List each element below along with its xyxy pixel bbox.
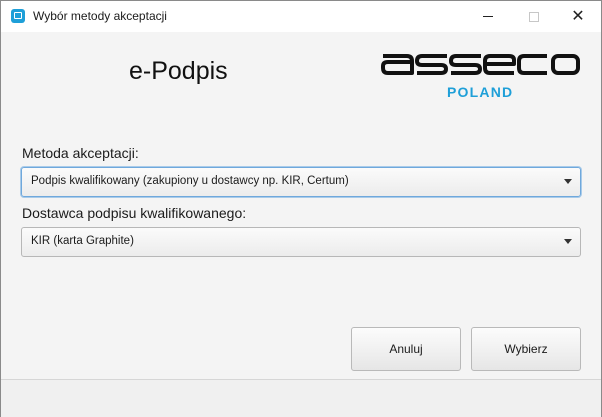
close-icon: ✕ [571,7,585,25]
method-combobox[interactable]: Podpis kwalifikowany (zakupiony u dostaw… [21,167,581,197]
provider-combobox[interactable]: KIR (karta Graphite) [21,227,581,257]
chevron-down-icon[interactable] [564,179,572,184]
product-title: e-Podpis [129,57,228,85]
status-bar [1,379,601,417]
chevron-down-icon[interactable] [564,239,572,244]
provider-label: Dostawca podpisu kwalifikowanego: [22,205,247,221]
method-selected-value: Podpis kwalifikowany (zakupiony u dostaw… [31,175,349,187]
minimize-icon [483,16,493,17]
method-label: Metoda akceptacji: [22,145,139,161]
logo-region-text: POLAND [447,84,514,100]
window-title: Wybór metody akceptacji [33,9,167,23]
dialog-content: e-Podpis asseco POLAND Metoda akceptacji… [1,32,601,379]
cancel-button[interactable]: Anuluj [351,327,461,371]
provider-selected-value: KIR (karta Graphite) [31,235,134,247]
choose-button[interactable]: Wybierz [471,327,581,371]
maximize-button [511,1,557,32]
maximize-icon [529,11,539,22]
minimize-button[interactable] [465,1,511,32]
dialog-window: Wybór metody akceptacji ✕ e-Podpis assec… [0,0,602,417]
title-bar[interactable]: Wybór metody akceptacji ✕ [1,1,601,32]
app-icon [11,9,25,23]
close-button[interactable]: ✕ [555,1,601,32]
